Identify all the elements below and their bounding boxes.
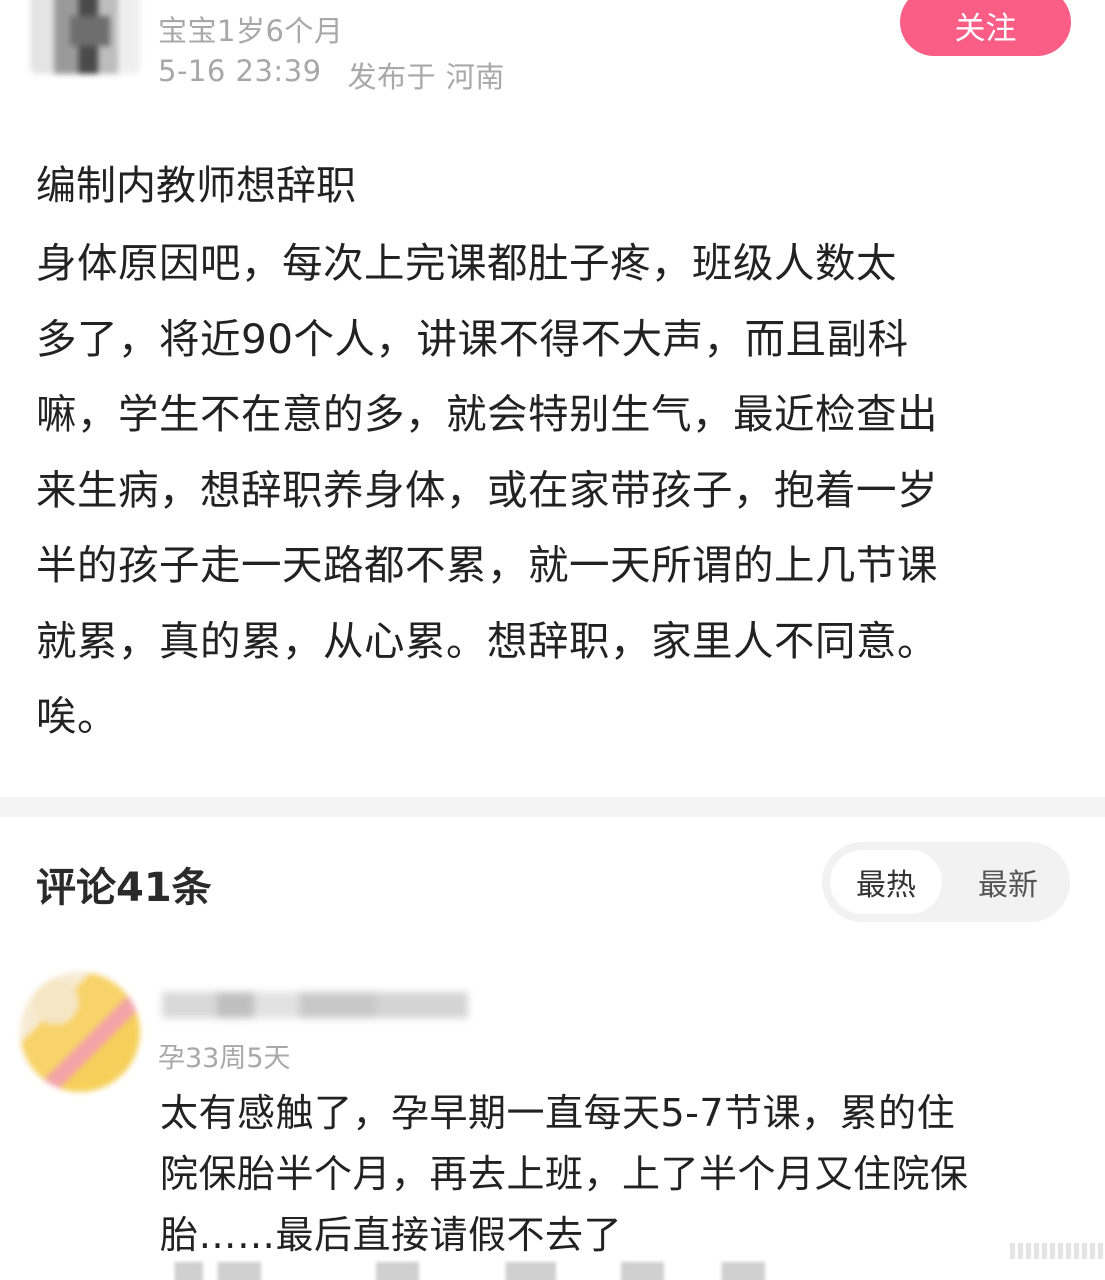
post-detail-page: 宝宝1岁6个月 5-16 23:39 发布于 河南 关注 编制内教师想辞职 身体…: [0, 0, 1105, 1280]
post-meta: 5-16 23:39 发布于 河南: [158, 54, 505, 96]
watermark-logo: [1010, 1240, 1105, 1262]
comments-count-title: 评论41条: [36, 865, 212, 911]
author-avatar[interactable]: [30, 0, 140, 74]
post-body-line: 就累，真的累，从心累。想辞职，家里人不同意。: [36, 616, 938, 665]
sort-hot-button[interactable]: 最热: [830, 850, 942, 914]
author-meta: 宝宝1岁6个月: [158, 14, 344, 48]
post-body-line: 唉。: [36, 692, 118, 740]
post-body-line: 嘛，学生不在意的多，就会特别生气，最近检查出: [36, 390, 938, 438]
section-divider: [0, 797, 1105, 817]
post-location: 发布于 河南: [347, 60, 505, 94]
post-timestamp: 5-16 23:39: [158, 54, 322, 88]
comment-body[interactable]: 太有感触了，孕早期一直每天5-7节课，累的住 院保胎半个月，再去上班，上了半个月…: [160, 1083, 1060, 1266]
post-body: 身体原因吧，每次上完课都肚子疼，班级人数太 多了，将近90个人，讲课不得不大声，…: [36, 226, 1046, 755]
commenter-meta: 孕33周5天: [158, 1043, 291, 1074]
comment-body-line: 太有感触了，孕早期一直每天5-7节课，累的住: [160, 1091, 956, 1135]
post-body-line: 半的孩子走一天路都不累，就一天所谓的上几节课: [36, 541, 938, 589]
post-body-line: 多了，将近90个人，讲课不得不大声，而且副科: [36, 314, 909, 363]
post-header: 宝宝1岁6个月 5-16 23:39 发布于 河南 关注: [0, 0, 1105, 120]
post-body-line: 身体原因吧，每次上完课都肚子疼，班级人数太: [36, 239, 897, 287]
comment-truncated-line: [160, 1262, 880, 1280]
commenter-avatar[interactable]: [20, 972, 140, 1092]
sort-new-button[interactable]: 最新: [952, 850, 1064, 914]
comment-sort-toggle: 最热 最新: [822, 842, 1070, 922]
comment-body-line: 院保胎半个月，再去上班，上了半个月又住院保: [160, 1152, 969, 1196]
comment-body-line: 胎……最后直接请假不去了: [160, 1213, 623, 1257]
follow-button[interactable]: 关注: [900, 0, 1071, 56]
post-title: 编制内教师想辞职: [36, 163, 356, 209]
post-body-line: 来生病，想辞职养身体，或在家带孩子，抱着一岁: [36, 465, 938, 514]
commenter-name-redacted[interactable]: [162, 992, 468, 1018]
